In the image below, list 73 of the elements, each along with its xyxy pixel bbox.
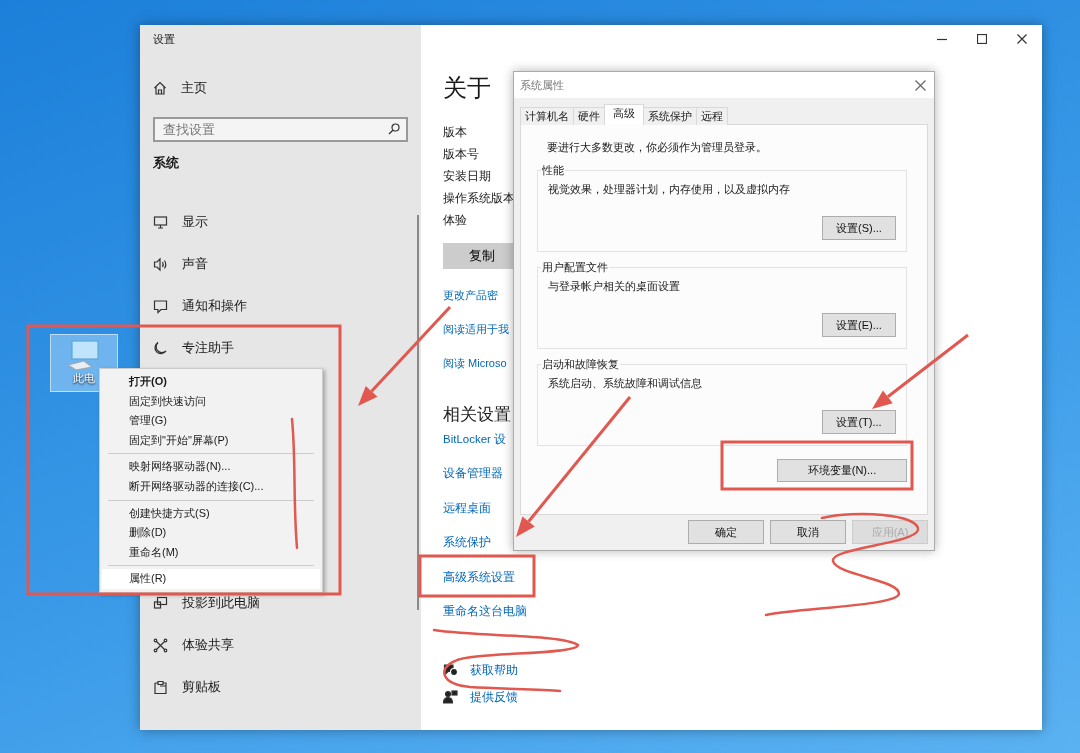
sidebar-item[interactable]: 体验共享 [153,624,408,666]
computer-icon [66,339,102,371]
window-title: 设置 [153,31,176,47]
settings-button[interactable]: 设置(S)... [822,216,896,240]
message-icon [153,298,168,314]
scrollbar[interactable] [417,215,419,610]
search-field[interactable]: 查找设置 [153,117,408,142]
display-icon [153,214,168,230]
share-icon [153,637,168,653]
menu-item[interactable]: 固定到快速访问 [102,391,320,412]
link[interactable]: 阅读适用于我 [443,312,509,346]
maximize-icon[interactable] [977,34,987,44]
menu-item[interactable]: 管理(G) [102,411,320,431]
group-title: 性能 [541,162,565,178]
settings-button[interactable]: 设置(E)... [822,313,896,337]
home-item[interactable]: 主页 [153,67,408,109]
link[interactable]: 阅读 Microso [443,346,507,380]
group-description: 与登录帐户相关的桌面设置 [547,279,681,294]
settings-button[interactable]: 设置(T)... [822,410,896,434]
tab[interactable]: 远程 [696,107,728,125]
group-title: 用户配置文件 [541,259,609,275]
sidebar-item[interactable]: 剪贴板 [153,666,408,708]
sidebar-item[interactable]: 通知和操作 [153,285,408,327]
menu-item[interactable]: 创建快捷方式(S) [102,503,320,524]
environment-variables-button[interactable]: 环境变量(N)... [777,459,907,482]
sidebar-item[interactable]: 声音 [153,243,408,285]
link[interactable]: 系统保护 [443,531,491,554]
section-heading: 系统 [153,154,180,173]
projector-icon [153,595,168,611]
menu-item[interactable]: 固定到"开始"屏幕(P) [102,430,320,451]
help-chat-icon [443,662,458,677]
tab[interactable]: 高级 [604,104,644,125]
desktop-icon-label: 此电 [73,371,95,385]
menu-item[interactable]: 重命名(M) [102,542,320,563]
menu-item[interactable]: 删除(D) [102,523,320,543]
close-icon[interactable] [915,79,926,91]
group-description: 系统启动、系统故障和调试信息 [547,376,703,391]
home-icon [153,81,167,95]
tab[interactable]: 计算机名 [520,107,574,125]
clipboard-icon [153,679,168,695]
spec-label: 版本 [443,125,467,140]
section-heading: 相关设置 [443,404,511,426]
group-title: 启动和故障恢复 [541,356,620,372]
menu-item[interactable]: 映射网络驱动器(N)... [102,457,320,477]
moon-icon [153,340,168,356]
sidebar-item[interactable]: 显示 [153,201,408,243]
speaker-icon [153,256,168,272]
group-description: 视觉效果，处理器计划，内存使用，以及虚拟内存 [547,182,791,197]
feedback-icon [443,689,458,704]
spec-label: 体验 [443,213,467,228]
tab[interactable]: 系统保护 [643,107,697,125]
close-icon[interactable] [1017,34,1027,44]
spec-label: 操作系统版本 [443,191,515,206]
link[interactable]: 更改产品密 [443,278,498,312]
menu-item[interactable]: 属性(R) [102,569,320,589]
link[interactable]: BitLocker 设 [443,428,507,450]
spec-label: 安装日期 [443,169,491,184]
dialog-button[interactable]: 取消 [770,520,846,544]
dialog-title: 系统属性 [520,77,564,93]
link[interactable]: 高级系统设置 [443,565,515,588]
link[interactable]: 提供反馈 [470,685,518,708]
menu-item[interactable]: 断开网络驱动器的连接(C)... [102,476,320,497]
sidebar-item[interactable]: 专注助手 [153,327,408,369]
link[interactable]: 远程桌面 [443,496,491,519]
link[interactable]: 获取帮助 [470,658,518,681]
notice-text: 要进行大多数更改，你必须作为管理员登录。 [546,140,768,155]
spec-label: 版本号 [443,147,479,162]
tab[interactable]: 硬件 [573,107,605,125]
dialog-button[interactable]: 确定 [688,520,764,544]
page-heading: 关于 [443,73,491,103]
search-icon [388,123,400,135]
link[interactable]: 设备管理器 [443,462,503,485]
link[interactable]: 重命名这台电脑 [443,599,527,622]
